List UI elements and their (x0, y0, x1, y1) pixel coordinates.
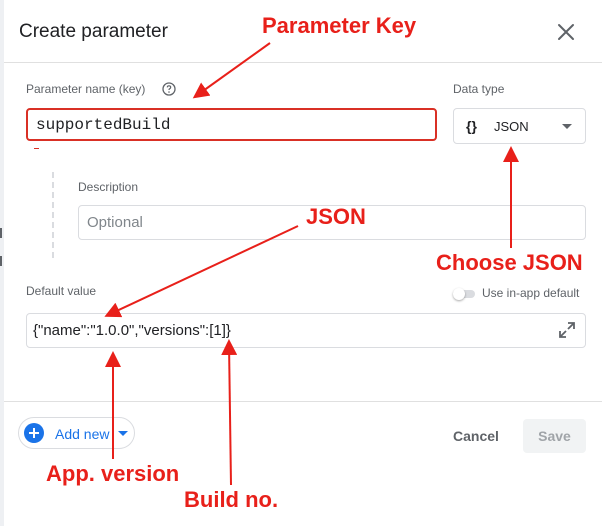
arrow-json (104, 225, 299, 318)
annotation-arrows (104, 42, 519, 486)
arrow-build-no (221, 339, 238, 486)
arrow-parameter-key (192, 42, 271, 99)
